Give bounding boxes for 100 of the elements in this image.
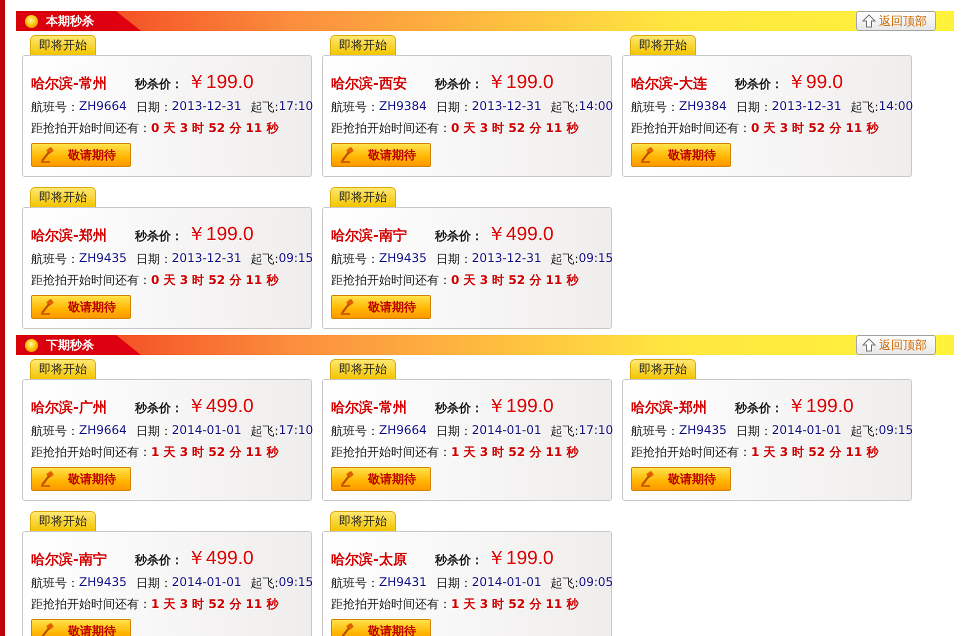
route-title: 哈尔滨-南宁 <box>31 551 108 569</box>
countdown-value: 0 天 3 时 52 分 11 秒 <box>451 120 578 137</box>
countdown-value: 0 天 3 时 52 分 11 秒 <box>451 272 578 289</box>
departure-time: 09:15 <box>878 423 914 439</box>
departure-label: 起飞: <box>250 99 279 116</box>
price-label: 秒杀价： <box>135 76 183 93</box>
price-value: ￥499.0 <box>187 395 254 419</box>
flight-label: 航班号： <box>331 575 379 592</box>
coming-soon-button[interactable]: 敬请期待 <box>631 467 731 491</box>
date-value: 2014-01-01 <box>172 575 242 591</box>
countdown-label: 距抢拍开始时间还有： <box>331 272 451 289</box>
price-label: 秒杀价： <box>735 400 783 417</box>
countdown-label: 距抢拍开始时间还有： <box>331 444 451 461</box>
flight-number: ZH9664 <box>379 423 427 439</box>
flight-number: ZH9435 <box>79 251 127 267</box>
price-label: 秒杀价： <box>435 400 483 417</box>
status-tag: 即将开始 <box>30 359 96 379</box>
flight-label: 航班号： <box>31 423 79 440</box>
date-value: 2013-12-31 <box>172 251 242 267</box>
status-tag: 即将开始 <box>30 187 96 207</box>
flight-number: ZH9384 <box>679 99 727 115</box>
coming-soon-button[interactable]: 敬请期待 <box>331 295 431 319</box>
countdown-label: 距抢拍开始时间还有： <box>331 120 451 137</box>
countdown-value: 1 天 3 时 52 分 11 秒 <box>751 444 878 461</box>
back-to-top-button[interactable]: 返回顶部 <box>856 335 936 355</box>
route-title: 哈尔滨-广州 <box>31 399 108 417</box>
flight-label: 航班号： <box>31 575 79 592</box>
departure-time: 09:15 <box>578 251 614 267</box>
price-value: ￥99.0 <box>787 71 843 95</box>
date-value: 2013-12-31 <box>772 99 842 115</box>
flight-label: 航班号： <box>31 99 79 116</box>
date-value: 2013-12-31 <box>172 99 242 115</box>
departure-time: 09:05 <box>578 575 614 591</box>
departure-label: 起飞: <box>550 423 579 440</box>
date-label: 日期： <box>136 575 172 592</box>
departure-label: 起飞: <box>550 251 579 268</box>
date-value: 2014-01-01 <box>772 423 842 439</box>
status-tag: 即将开始 <box>30 35 96 55</box>
route-title: 哈尔滨-常州 <box>31 75 108 93</box>
flight-number: ZH9384 <box>379 99 427 115</box>
bullet-icon <box>25 338 38 352</box>
price-value: ￥499.0 <box>487 223 554 247</box>
price-label: 秒杀价： <box>735 76 783 93</box>
date-label: 日期： <box>436 423 472 440</box>
price-value: ￥199.0 <box>487 71 554 95</box>
price-value: ￥199.0 <box>187 223 254 247</box>
status-tag: 即将开始 <box>330 187 396 207</box>
coming-soon-button[interactable]: 敬请期待 <box>631 143 731 167</box>
flight-number: ZH9664 <box>79 423 127 439</box>
coming-soon-button[interactable]: 敬请期待 <box>331 467 431 491</box>
departure-label: 起飞: <box>850 423 879 440</box>
date-value: 2013-12-31 <box>472 99 542 115</box>
date-value: 2014-01-01 <box>472 423 542 439</box>
date-label: 日期： <box>136 423 172 440</box>
price-label: 秒杀价： <box>435 228 483 245</box>
status-tag: 即将开始 <box>630 35 696 55</box>
countdown-value: 1 天 3 时 52 分 11 秒 <box>451 596 578 613</box>
countdown-value: 1 天 3 时 52 分 11 秒 <box>151 444 278 461</box>
route-title: 哈尔滨-太原 <box>331 551 408 569</box>
route-title: 哈尔滨-常州 <box>331 399 408 417</box>
flight-label: 航班号： <box>331 99 379 116</box>
flight-number: ZH9435 <box>379 251 427 267</box>
countdown-label: 距抢拍开始时间还有： <box>631 120 751 137</box>
countdown-label: 距抢拍开始时间还有： <box>31 120 151 137</box>
flight-number: ZH9664 <box>79 99 127 115</box>
status-tag: 即将开始 <box>630 359 696 379</box>
flight-number: ZH9431 <box>379 575 427 591</box>
coming-soon-button[interactable]: 敬请期待 <box>31 143 131 167</box>
departure-label: 起飞: <box>250 251 279 268</box>
departure-time: 14:00 <box>878 99 914 115</box>
flight-number: ZH9435 <box>79 575 127 591</box>
date-label: 日期： <box>136 251 172 268</box>
date-label: 日期： <box>436 251 472 268</box>
price-label: 秒杀价： <box>135 400 183 417</box>
countdown-label: 距抢拍开始时间还有： <box>31 444 151 461</box>
coming-soon-button[interactable]: 敬请期待 <box>31 467 131 491</box>
route-title: 哈尔滨-南宁 <box>331 227 408 245</box>
coming-soon-button[interactable]: 敬请期待 <box>31 295 131 319</box>
countdown-value: 1 天 3 时 52 分 11 秒 <box>151 596 278 613</box>
date-label: 日期： <box>436 575 472 592</box>
departure-label: 起飞: <box>850 99 879 116</box>
departure-label: 起飞: <box>250 423 279 440</box>
departure-time: 17:10 <box>278 423 314 439</box>
route-title: 哈尔滨-大连 <box>631 75 708 93</box>
countdown-value: 0 天 3 时 52 分 11 秒 <box>151 120 278 137</box>
departure-time: 09:15 <box>278 575 314 591</box>
price-label: 秒杀价： <box>435 76 483 93</box>
countdown-label: 距抢拍开始时间还有： <box>331 596 451 613</box>
date-label: 日期： <box>436 99 472 116</box>
countdown-label: 距抢拍开始时间还有： <box>31 596 151 613</box>
departure-label: 起飞: <box>550 99 579 116</box>
countdown-value: 1 天 3 时 52 分 11 秒 <box>451 444 578 461</box>
flight-label: 航班号： <box>631 99 679 116</box>
price-value: ￥499.0 <box>187 547 254 571</box>
coming-soon-button[interactable]: 敬请期待 <box>331 143 431 167</box>
route-title: 哈尔滨-郑州 <box>631 399 708 417</box>
date-label: 日期： <box>736 423 772 440</box>
departure-time: 14:00 <box>578 99 614 115</box>
back-to-top-button[interactable]: 返回顶部 <box>856 11 936 31</box>
date-value: 2014-01-01 <box>472 575 542 591</box>
